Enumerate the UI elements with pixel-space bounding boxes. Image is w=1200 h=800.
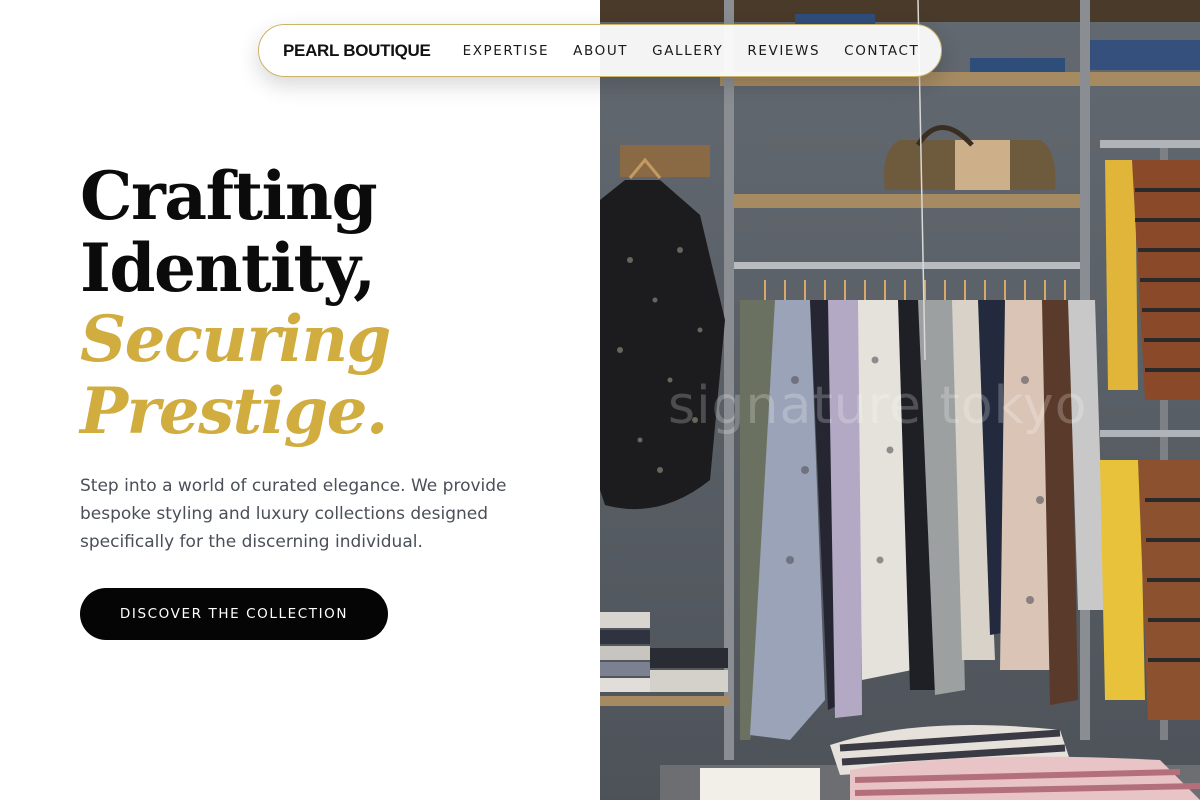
nav-link-contact[interactable]: CONTACT — [844, 43, 919, 59]
nav-link-reviews[interactable]: REVIEWS — [747, 43, 820, 59]
nav-link-about[interactable]: ABOUT — [573, 43, 628, 59]
nav-links: EXPERTISE ABOUT GALLERY REVIEWS CONTACT — [463, 43, 920, 59]
hero-photo: signature tokyo — [600, 0, 1200, 800]
hero-title-line-4: Prestige. — [80, 374, 388, 449]
clothing-rack-illustration — [600, 0, 1200, 800]
hero-description: Step into a world of curated elegance. W… — [80, 476, 507, 552]
hero-title-line-3: Securing — [80, 302, 391, 377]
brand-logo[interactable]: PEARL BOUTIQUE — [283, 41, 431, 61]
nav-link-gallery[interactable]: GALLERY — [652, 43, 723, 59]
hero-title: Crafting Identity, Securing Prestige. — [80, 157, 391, 449]
discover-collection-button[interactable]: DISCOVER THE COLLECTION — [80, 588, 388, 640]
nav-link-expertise[interactable]: EXPERTISE — [463, 43, 550, 59]
main-navigation: PEARL BOUTIQUE EXPERTISE ABOUT GALLERY R… — [258, 24, 942, 77]
hero-title-line-2: Identity, — [80, 229, 376, 307]
hero-title-line-1: Crafting — [80, 157, 378, 235]
